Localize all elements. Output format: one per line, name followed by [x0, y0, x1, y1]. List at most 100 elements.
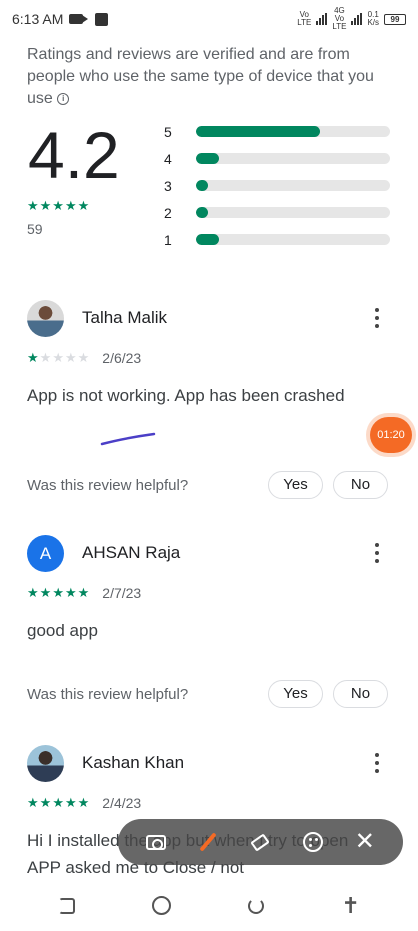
close-icon: ✕ [354, 828, 375, 855]
review-count: 59 [27, 221, 43, 237]
home-button[interactable] [151, 895, 173, 917]
back-button[interactable] [56, 895, 78, 917]
signal-icon-1 [316, 13, 328, 25]
helpful-yes-button[interactable]: Yes [268, 680, 323, 708]
system-nav-bar: ✝ [0, 880, 418, 931]
review-date: 2/7/23 [102, 585, 142, 601]
screenshot-tool[interactable] [141, 827, 171, 857]
histogram-label: 4 [164, 150, 172, 167]
star-empty-icon: ★ [52, 350, 65, 365]
star-filled-icon: ★ [64, 585, 78, 600]
rating-histogram: 5 4 3 2 1 [164, 118, 390, 253]
star-empty-icon: ★ [64, 350, 78, 365]
helpful-no-button[interactable]: No [333, 471, 388, 499]
histogram-row: 5 [164, 118, 390, 145]
eraser-icon [250, 832, 271, 852]
network-speed: 0.1 K/s [367, 10, 379, 27]
info-icon[interactable]: i [57, 92, 70, 105]
histogram-track [196, 153, 390, 164]
volte-badge-2: 4G Vo LTE [332, 6, 347, 31]
reviewer-name: AHSAN Raja [82, 543, 181, 562]
histogram-bar [196, 180, 208, 191]
histogram-row: 4 [164, 145, 390, 172]
recording-timer[interactable]: 01:20 [370, 417, 412, 453]
accessibility-icon: ✝ [341, 892, 360, 918]
more-options-icon[interactable] [374, 543, 380, 563]
helpful-row: Was this review helpful? Yes No [27, 471, 388, 499]
star-filled-icon: ★ [27, 350, 40, 365]
ratings-note-text: Ratings and reviews are verified and are… [27, 46, 374, 107]
reviewer-avatar [27, 299, 64, 337]
histogram-row: 1 [164, 226, 390, 253]
review-text: App is not working. App has been crashed [27, 386, 345, 405]
star-filled-icon: ★ [77, 585, 91, 600]
histogram-label: 1 [164, 231, 172, 248]
histogram-label: 5 [164, 123, 172, 140]
volte-badge-1: Vo LTE [297, 10, 312, 27]
recents-icon [248, 897, 265, 914]
status-time: 6:13 AM [12, 11, 64, 27]
histogram-bar [196, 207, 208, 218]
helpful-question: Was this review helpful? [27, 685, 189, 703]
video-camera-icon [69, 14, 89, 24]
battery-icon: 99 [384, 13, 406, 25]
back-icon [59, 897, 76, 914]
color-tool[interactable] [298, 827, 328, 857]
accessibility-button[interactable]: ✝ [340, 892, 362, 918]
reviewer-avatar: A [27, 534, 64, 572]
helpful-row: Was this review helpful? Yes No [27, 680, 388, 708]
review-stars: ★★★★★ [27, 350, 90, 366]
review-text: good app [27, 621, 98, 640]
camera-icon [146, 834, 167, 850]
star-empty-icon: ★ [77, 350, 91, 365]
more-options-icon[interactable] [374, 753, 380, 773]
histogram-label: 3 [164, 177, 172, 194]
histogram-bar [196, 153, 220, 164]
histogram-label: 2 [164, 204, 172, 221]
average-rating-stars: ★★★★★ [27, 198, 91, 213]
histogram-track [196, 234, 390, 245]
notification-square-icon [95, 12, 109, 26]
histogram-track [196, 180, 390, 191]
home-icon [152, 896, 172, 915]
star-filled-icon: ★ [52, 795, 65, 810]
status-bar: 6:13 AM Vo LTE 4G Vo LTE 0.1 K/s 99 [0, 0, 418, 38]
average-rating: 4.2 [28, 118, 120, 192]
helpful-question: Was this review helpful? [27, 476, 189, 494]
reviewer-avatar [27, 744, 64, 782]
pen-icon [199, 832, 217, 852]
helpful-no-button[interactable]: No [333, 680, 388, 708]
histogram-track [196, 126, 390, 137]
star-filled-icon: ★ [27, 795, 40, 810]
star-filled-icon: ★ [64, 795, 78, 810]
histogram-row: 3 [164, 172, 390, 199]
review-card: Talha Malik ★★★★★ 2/6/23 App is not work… [0, 299, 418, 509]
star-filled-icon: ★ [39, 795, 53, 810]
pen-annotation-stroke [100, 432, 156, 446]
star-filled-icon: ★ [39, 585, 53, 600]
star-empty-icon: ★ [39, 350, 53, 365]
histogram-track [196, 207, 390, 218]
star-filled-icon: ★ [77, 795, 91, 810]
star-filled-icon: ★ [52, 585, 65, 600]
review-card: A AHSAN Raja ★★★★★ 2/7/23 good app Was t… [0, 534, 418, 714]
review-date: 2/4/23 [102, 795, 142, 811]
drawing-toolbar: ✕ [118, 819, 403, 865]
more-options-icon[interactable] [374, 308, 380, 328]
signal-icon-2 [351, 13, 363, 25]
histogram-bar [196, 234, 220, 245]
reviewer-name: Talha Malik [82, 308, 168, 327]
histogram-row: 2 [164, 199, 390, 226]
recents-button[interactable] [245, 895, 267, 917]
close-toolbar-button[interactable]: ✕ [350, 827, 380, 857]
review-stars: ★★★★★ [27, 585, 90, 601]
helpful-yes-button[interactable]: Yes [268, 471, 323, 499]
histogram-bar [196, 126, 321, 137]
eraser-tool[interactable] [245, 827, 275, 857]
review-date: 2/6/23 [102, 350, 142, 366]
star-filled-icon: ★ [27, 585, 40, 600]
ratings-note: Ratings and reviews are verified and are… [27, 44, 387, 110]
reviewer-name: Kashan Khan [82, 753, 185, 772]
pen-tool[interactable] [193, 827, 223, 857]
review-stars: ★★★★★ [27, 795, 90, 811]
